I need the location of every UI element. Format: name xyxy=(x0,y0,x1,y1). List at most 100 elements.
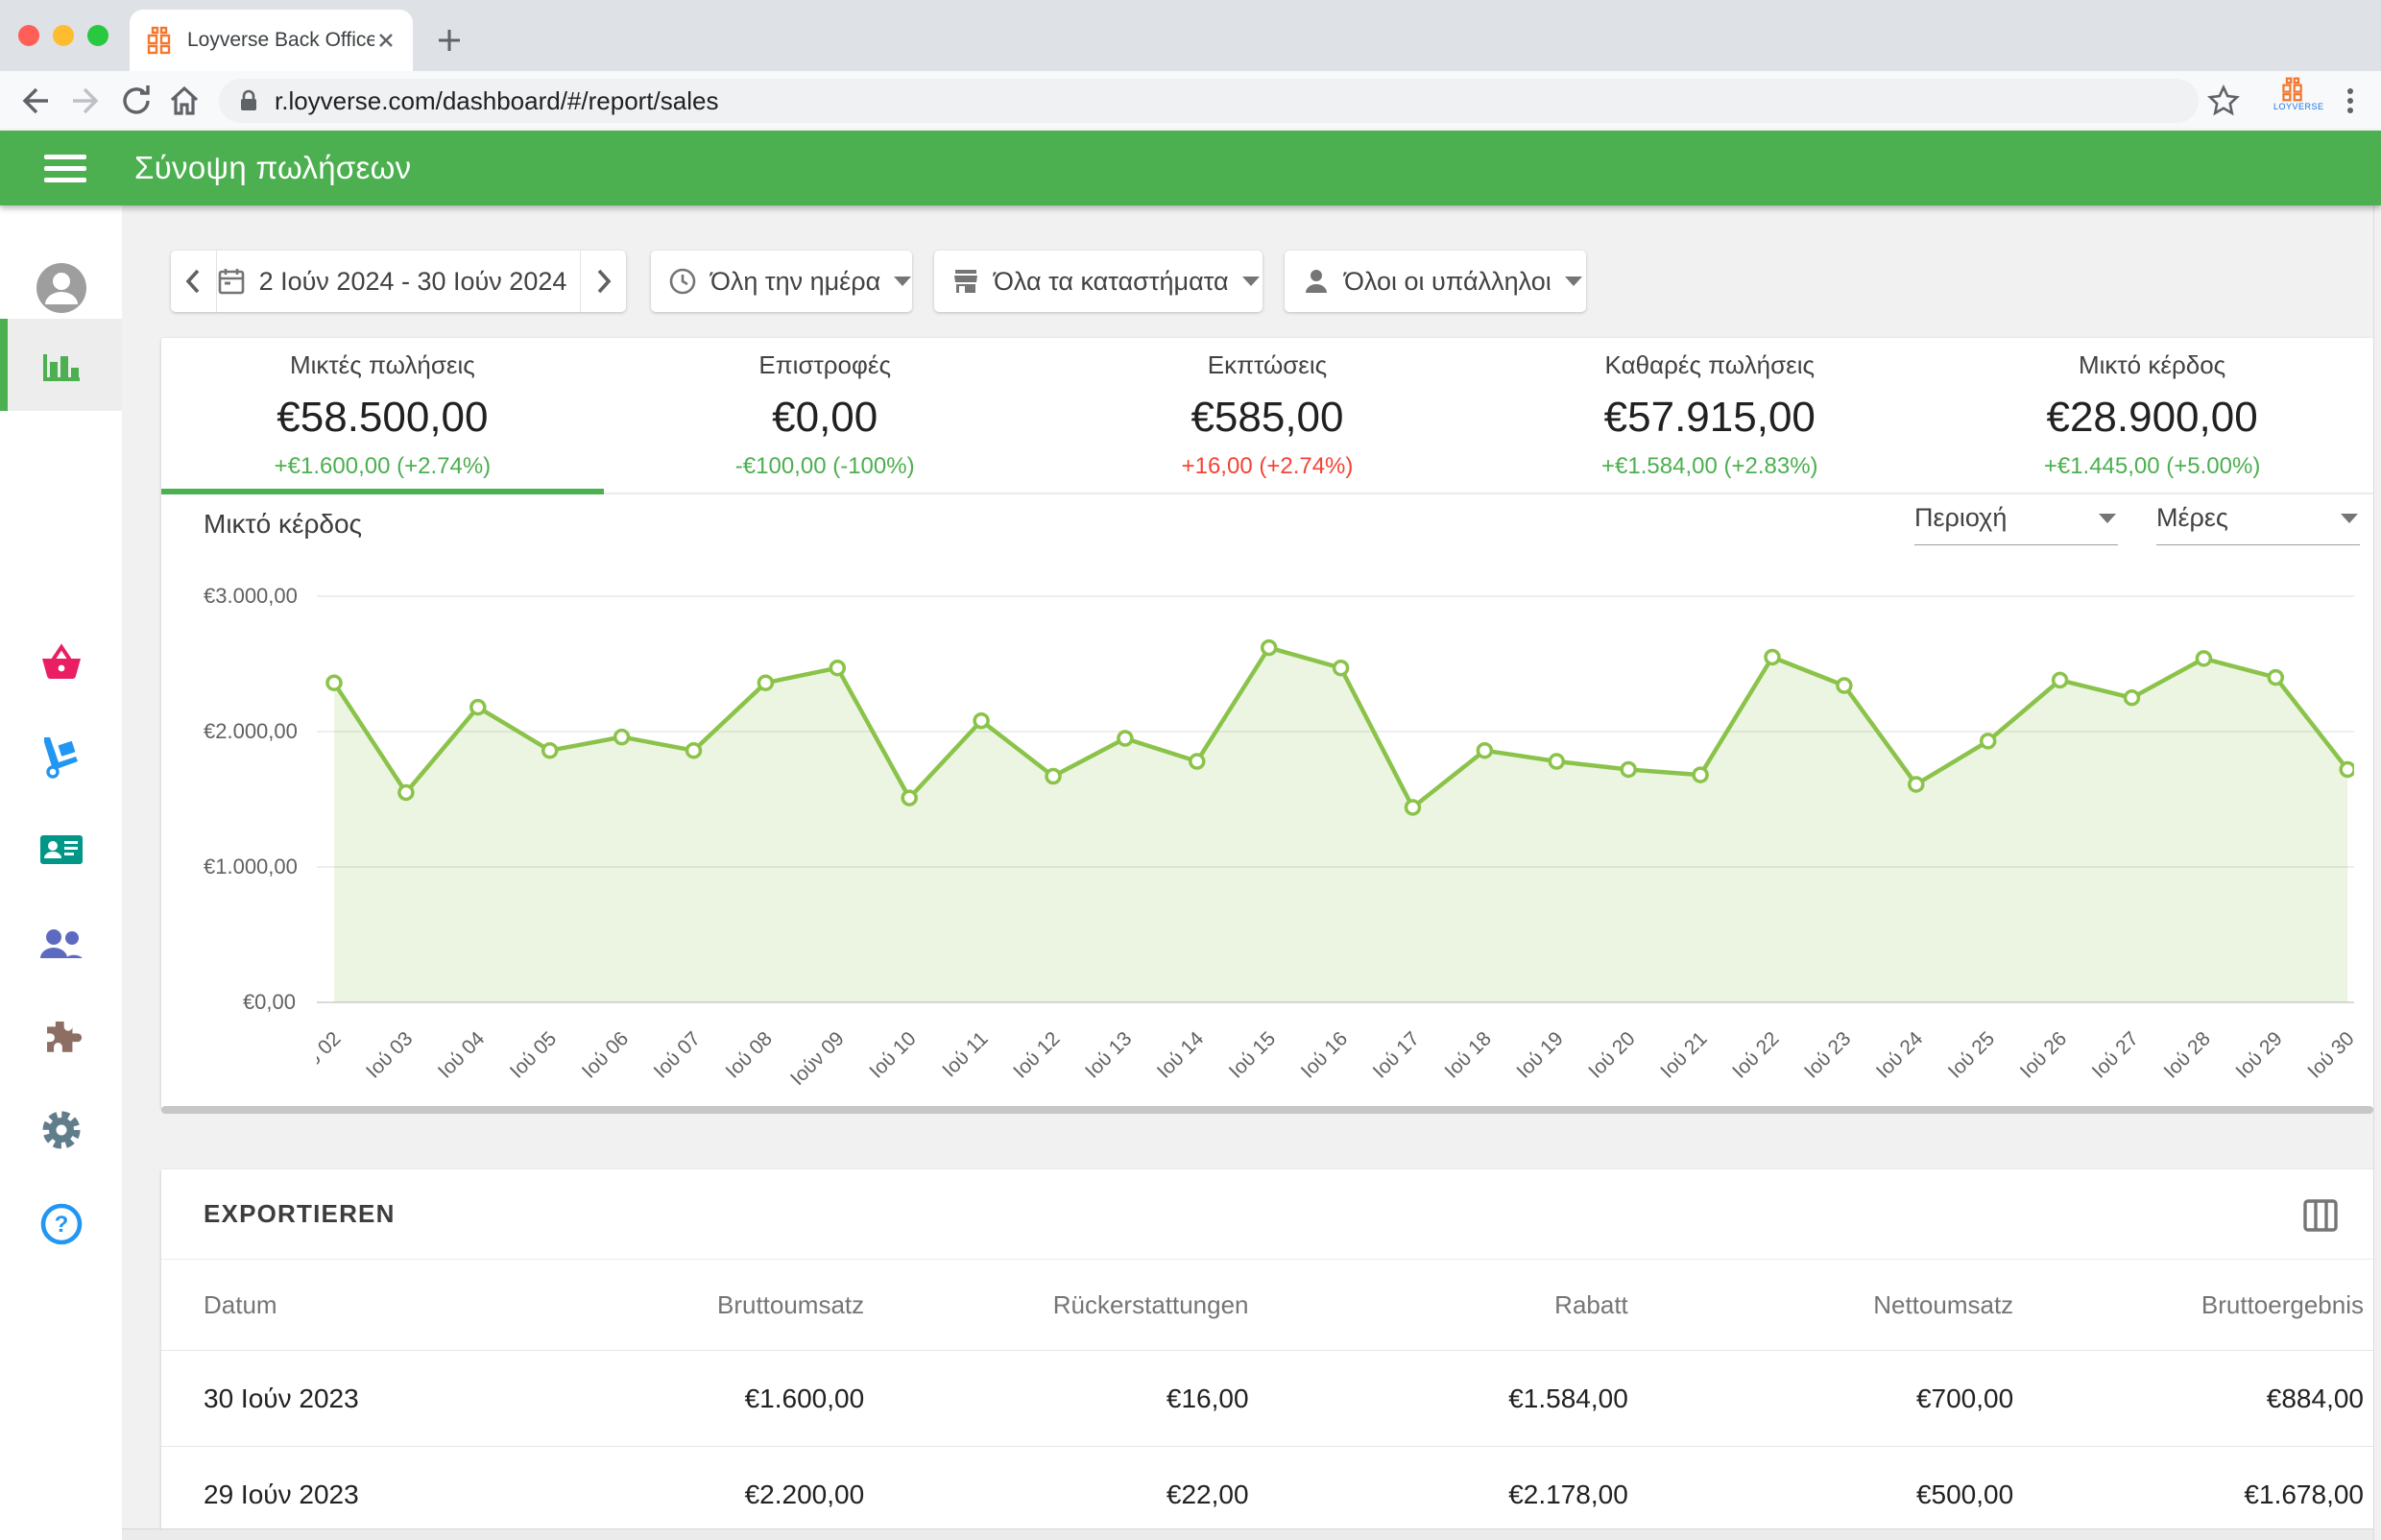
x-axis-tick-label: Ιού 30 xyxy=(2303,1027,2354,1082)
stores-filter-button[interactable]: Όλα τα καταστήματα xyxy=(934,251,1263,312)
table-column-header[interactable]: Datum xyxy=(161,1260,653,1351)
url-bar[interactable]: r.loyverse.com/dashboard/#/report/sales xyxy=(219,79,2199,123)
table-cell: 30 Ιούν 2023 xyxy=(161,1350,653,1447)
x-axis-tick-label: Ιού 16 xyxy=(1297,1027,1352,1082)
sidebar-item-employees[interactable] xyxy=(0,898,122,990)
bottom-scrollbar-track[interactable] xyxy=(122,1528,2381,1540)
calendar-icon xyxy=(217,267,246,296)
date-range-label: 2 Ιούν 2024 - 30 Ιούν 2024 xyxy=(258,266,567,296)
sidebar-item-help[interactable]: ? xyxy=(0,1178,122,1270)
chart-data-point xyxy=(757,674,775,691)
forward-icon[interactable] xyxy=(67,82,106,120)
macos-minimize-button[interactable] xyxy=(53,25,74,46)
table-cell: €16,00 xyxy=(864,1350,1249,1447)
table-row: 29 Ιούν 2023 €2.200,00 €22,00 €2.178,00 €500… xyxy=(161,1446,2373,1540)
loyverse-favicon-icon xyxy=(145,26,174,55)
metric-label: Επιστροφές xyxy=(758,350,891,379)
metric-value: €585,00 xyxy=(1190,394,1344,441)
sidebar-item-settings[interactable] xyxy=(0,1084,122,1176)
sales-table-card: EXPORTIEREN Datum Bruttoumsatz Rückerstatt… xyxy=(161,1169,2373,1540)
puzzle-icon xyxy=(38,1013,84,1059)
employees-filter-button[interactable]: Όλοι οι υπάλληλοι xyxy=(1285,251,1586,312)
y-axis-tick-label: €1.000,00 xyxy=(204,854,298,878)
people-icon xyxy=(37,920,85,968)
date-range-control: 2 Ιούν 2024 - 30 Ιούν 2024 xyxy=(171,251,626,312)
sales-summary-card: Μικτές πωλήσεις €58.500,00 +€1.600,00 (+2.… xyxy=(161,338,2373,1109)
sidebar-item-inventory[interactable] xyxy=(0,710,122,803)
time-filter-button[interactable]: Όλη την ημέρα xyxy=(651,251,912,312)
metric-change: +16,00 (+2.74%) xyxy=(1181,453,1354,479)
column-picker-icon[interactable] xyxy=(2300,1195,2341,1236)
bookmark-star-icon[interactable] xyxy=(2204,82,2243,120)
area-select[interactable]: Περιοχή xyxy=(1914,503,2118,545)
chart-data-point xyxy=(1836,677,1853,694)
chart-data-point xyxy=(1189,753,1206,770)
table-column-header[interactable]: Bruttoergebnis xyxy=(2013,1260,2373,1351)
browser-tab[interactable]: Loyverse Back Office xyxy=(130,10,413,71)
chevron-down-icon xyxy=(1564,277,1582,286)
new-tab-button[interactable] xyxy=(434,25,465,56)
svg-text:?: ? xyxy=(54,1212,68,1238)
horizontal-scrollbar[interactable] xyxy=(161,1106,2373,1114)
metric-tab-2[interactable]: Εκπτώσεις €585,00 +16,00 (+2.74%) xyxy=(1046,338,1489,493)
metric-tab-4[interactable]: Μικτό κέρδος €28.900,00 +€1.445,00 (+5.00%… xyxy=(1931,338,2373,493)
x-axis-tick-label: Ιού 06 xyxy=(578,1027,633,1082)
metric-change: +€1.584,00 (+2.83%) xyxy=(1601,453,1818,479)
table-cell: €1.678,00 xyxy=(2013,1446,2373,1540)
home-icon[interactable] xyxy=(165,82,204,120)
export-button[interactable]: EXPORTIEREN xyxy=(204,1199,396,1229)
back-icon[interactable] xyxy=(15,82,54,120)
metric-tab-1[interactable]: Επιστροφές €0,00 -€100,00 (-100%) xyxy=(604,338,1046,493)
table-column-header[interactable]: Rabatt xyxy=(1248,1260,1628,1351)
chart-data-point xyxy=(1620,760,1637,779)
x-axis-tick-label: Ιού 26 xyxy=(2016,1027,2071,1082)
table-cell: €2.200,00 xyxy=(653,1446,865,1540)
basket-icon xyxy=(38,641,84,687)
previous-period-button[interactable] xyxy=(171,251,216,312)
table-column-header[interactable]: Rückerstattungen xyxy=(864,1260,1249,1351)
macos-close-button[interactable] xyxy=(18,25,39,46)
metric-change: +€1.600,00 (+2.74%) xyxy=(274,453,492,479)
chart-data-point xyxy=(829,659,847,677)
tab-close-icon[interactable] xyxy=(374,29,397,52)
page-title: Σύνοψη πωλήσεων xyxy=(134,150,412,185)
table-column-header[interactable]: Nettoumsatz xyxy=(1627,1260,2014,1351)
y-axis-tick-label: €0,00 xyxy=(242,990,296,1014)
x-axis-tick-label: Ιού 25 xyxy=(1944,1027,1999,1082)
y-axis-tick-label: €2.000,00 xyxy=(204,719,298,743)
chart-data-point xyxy=(2339,760,2354,779)
date-range-button[interactable]: 2 Ιούν 2024 - 30 Ιούν 2024 xyxy=(217,267,581,297)
chart-data-point xyxy=(1908,776,1925,793)
sidebar-item-customers[interactable] xyxy=(0,804,122,896)
sidebar-item-reports[interactable] xyxy=(0,319,122,411)
sidebar-item-integrations[interactable] xyxy=(0,990,122,1082)
table-column-header[interactable]: Bruttoumsatz xyxy=(653,1260,865,1351)
chart-data-point xyxy=(1692,766,1709,783)
interval-select[interactable]: Μέρες xyxy=(2156,503,2360,545)
hand-truck-icon xyxy=(38,734,84,780)
reload-icon[interactable] xyxy=(117,82,156,120)
macos-zoom-button[interactable] xyxy=(87,25,108,46)
chart-data-point xyxy=(2123,689,2141,707)
sidebar-item-items[interactable] xyxy=(0,618,122,710)
chart-title: Μικτό κέρδος xyxy=(204,509,363,539)
menu-hamburger-icon[interactable] xyxy=(44,148,86,189)
metric-value: €58.500,00 xyxy=(277,394,489,441)
x-axis-tick-label: Ιού 02 xyxy=(317,1027,346,1082)
browser-menu-kebab-icon[interactable] xyxy=(2331,82,2369,120)
table-cell: €22,00 xyxy=(864,1446,1249,1540)
metric-tab-3[interactable]: Καθαρές πωλήσεις €57.915,00 +€1.584,00 (+2… xyxy=(1488,338,1931,493)
x-axis-tick-label: Ιού 15 xyxy=(1225,1027,1280,1082)
loyverse-extension-icon[interactable]: LOYVERSE xyxy=(2273,77,2323,115)
chart-data-point xyxy=(541,741,559,759)
lock-icon[interactable] xyxy=(236,88,261,113)
chart-data-point xyxy=(901,789,918,806)
appbar: Σύνοψη πωλήσεων xyxy=(0,131,2381,205)
metric-tab-0[interactable]: Μικτές πωλήσεις €58.500,00 +€1.600,00 (+2.… xyxy=(161,338,604,494)
vertical-scrollbar-track[interactable] xyxy=(2373,205,2381,1540)
x-axis-tick-label: Ιού 07 xyxy=(650,1027,705,1082)
area-select-value: Περιοχή xyxy=(1914,503,2008,532)
x-axis-tick-label: Ιού 18 xyxy=(1441,1027,1496,1082)
next-period-button[interactable] xyxy=(581,251,626,312)
x-axis-tick-label: Ιού 27 xyxy=(2088,1027,2143,1082)
